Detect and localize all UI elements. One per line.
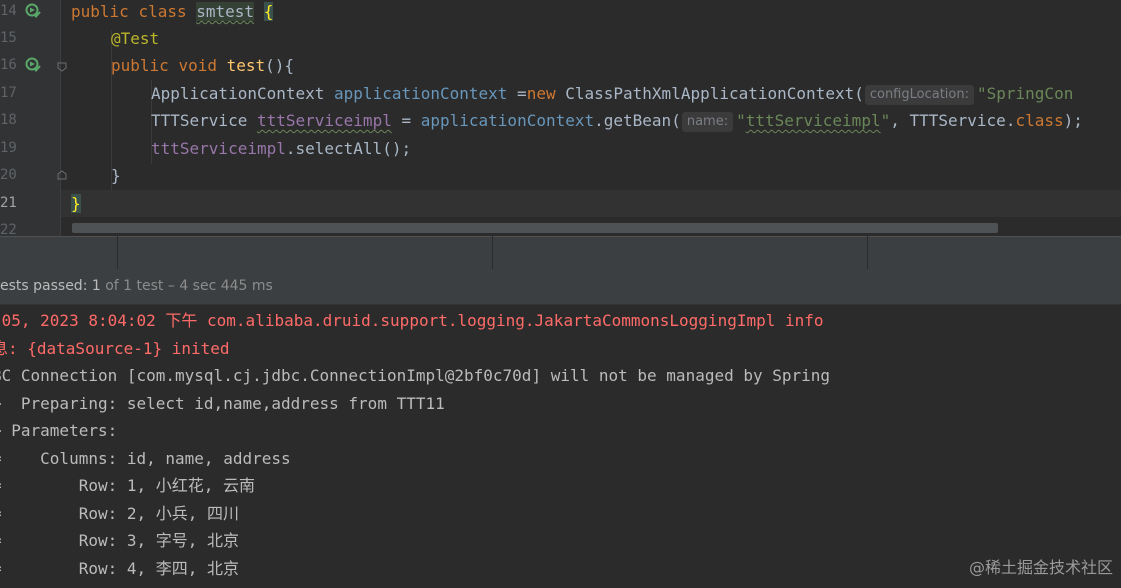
parameter-hint: configLocation: xyxy=(864,85,974,105)
line-number: 19 xyxy=(0,140,17,156)
test-status-bar: ests passed: 1 of 1 test – 4 sec 445 ms xyxy=(0,269,1121,305)
code-line-19[interactable]: tttServiceimpl.selectAll(); xyxy=(151,135,411,162)
console-line: 05, 2023 8:04:02 下午 com.alibaba.druid.su… xyxy=(0,311,824,330)
code-line-16[interactable]: public void test(){ xyxy=(111,52,294,79)
keyword: new xyxy=(526,84,556,103)
class-name: smtest xyxy=(196,2,255,21)
type-name: TTTService xyxy=(151,111,248,130)
console-line: = Columns: id, name, address xyxy=(0,449,291,468)
type-name: ApplicationContext xyxy=(151,84,325,103)
console-line: 息: {dataSource-1} inited xyxy=(0,339,230,358)
run-test-icon[interactable] xyxy=(25,57,41,73)
string-quote: " xyxy=(736,111,746,130)
parameter-hint: name: xyxy=(681,112,734,132)
keyword: public xyxy=(71,2,129,21)
fold-end-icon[interactable] xyxy=(57,170,67,180)
variable: applicationContext xyxy=(334,84,508,103)
console-line: = Row: 3, 字号, 北京 xyxy=(0,531,240,550)
string-literal: tttServiceimpl xyxy=(745,111,881,130)
code-text: ); xyxy=(1063,111,1083,130)
brace: { xyxy=(263,2,274,21)
brace: } xyxy=(71,194,81,213)
horizontal-scrollbar-thumb[interactable] xyxy=(72,223,998,233)
line-number: 21 xyxy=(0,195,17,211)
console-line: BC Connection [com.mysql.cj.jdbc.Connect… xyxy=(0,366,831,385)
fold-icon[interactable] xyxy=(57,62,67,72)
line-number: 17 xyxy=(0,85,17,101)
keyword: class xyxy=(1015,111,1064,130)
variable-ref: applicationContext xyxy=(420,111,595,130)
string-literal: "SpringCon xyxy=(977,84,1074,103)
console-output[interactable]: 05, 2023 8:04:02 下午 com.alibaba.druid.su… xyxy=(0,305,1121,588)
console-line: = Row: 4, 李四, 北京 xyxy=(0,559,240,578)
toolbar-divider xyxy=(492,236,493,269)
console-line: > Preparing: select id,name,address from… xyxy=(0,394,445,413)
method-name: test xyxy=(226,56,266,75)
code-text: , TTTService. xyxy=(890,111,1016,130)
tests-passed-label: ests passed: 1 xyxy=(0,278,101,294)
code-line-20[interactable]: } xyxy=(111,162,121,189)
variable-ref: tttServiceimpl xyxy=(151,139,286,158)
variable: tttServiceimpl xyxy=(256,111,392,130)
code-line-15[interactable]: @Test xyxy=(111,25,159,52)
code-text: ClassPathXmlApplicationContext( xyxy=(555,84,864,103)
run-tests-icon[interactable] xyxy=(25,3,41,19)
line-number: 15 xyxy=(0,30,17,46)
code-text: = xyxy=(507,84,527,103)
code-line-21[interactable]: } xyxy=(71,190,81,217)
watermark: @稀土掘金技术社区 xyxy=(968,558,1113,577)
annotation: @Test xyxy=(111,29,160,48)
tests-passed-detail: of 1 test – 4 sec 445 ms xyxy=(100,278,273,294)
code-text: .selectAll(); xyxy=(285,139,412,158)
line-number: 14 xyxy=(0,3,17,19)
code-text: .getBean( xyxy=(594,111,681,130)
toolbar-divider xyxy=(117,236,118,269)
string-quote: " xyxy=(880,111,891,130)
console-line: = Row: 2, 小兵, 四川 xyxy=(0,504,240,523)
toolbar-divider xyxy=(867,236,868,269)
keyword: public xyxy=(111,56,169,75)
run-panel-toolbar xyxy=(0,236,1121,270)
code-text: (){ xyxy=(265,56,295,75)
code-line-17[interactable]: ApplicationContext applicationContext =n… xyxy=(151,80,1073,107)
console-line: > Parameters: xyxy=(0,421,127,440)
keyword: class xyxy=(138,2,187,21)
brace: } xyxy=(111,166,121,185)
code-line-18[interactable]: TTTService tttServiceimpl = applicationC… xyxy=(151,107,1083,134)
code-editor[interactable]: 14 15 16 17 18 19 20 21 22 public class … xyxy=(0,0,1121,236)
current-line-highlight xyxy=(61,190,1121,217)
code-line-14[interactable]: public class smtest { xyxy=(71,0,274,25)
line-number: 18 xyxy=(0,112,17,128)
line-number: 20 xyxy=(0,167,17,183)
line-number: 16 xyxy=(0,57,17,73)
console-line: = Row: 1, 小红花, 云南 xyxy=(0,476,256,495)
code-text: = xyxy=(391,111,421,130)
line-number: 22 xyxy=(0,222,17,236)
keyword: void xyxy=(178,56,217,75)
